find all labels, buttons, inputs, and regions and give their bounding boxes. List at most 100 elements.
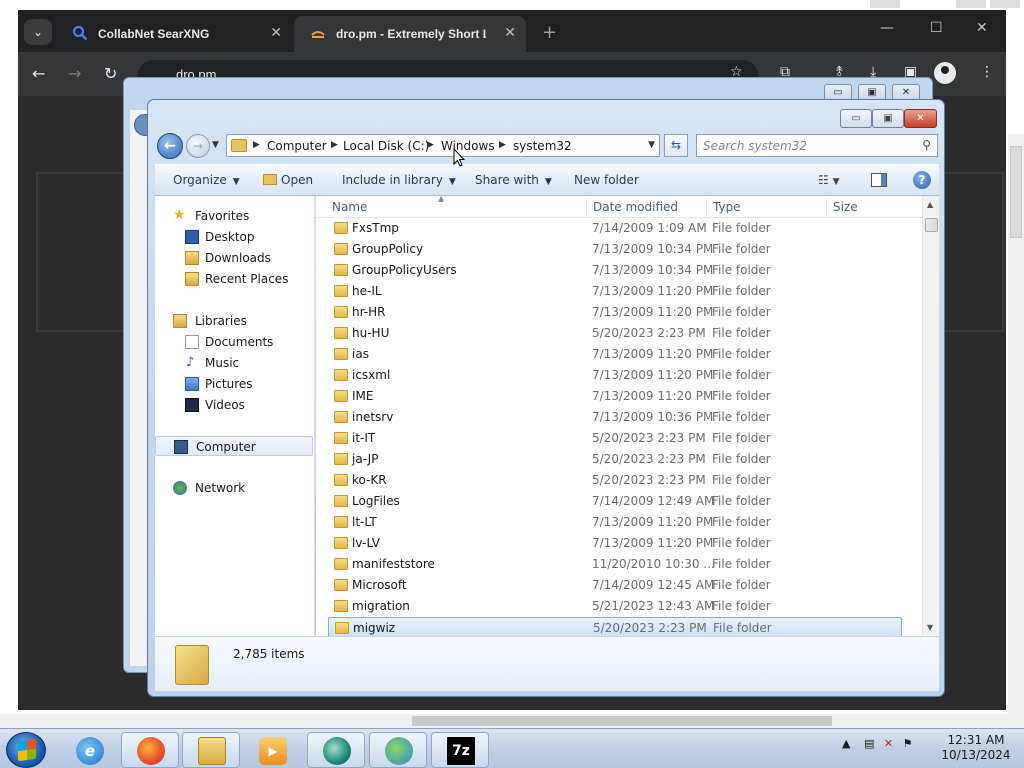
refresh-button[interactable]: ⇆ [664,134,688,157]
file-row[interactable]: manifeststore 11/20/2010 10:30 ... File fo… [328,554,902,575]
chevron-right-icon[interactable]: ▶ [253,140,260,150]
clock[interactable]: 12:31 AM 10/13/2024 [940,733,1012,763]
nav-documents[interactable]: Documents [155,332,313,352]
tab-search-dropdown-icon[interactable]: ⌄ [24,19,52,45]
open-button[interactable]: Open [263,173,313,187]
file-row[interactable]: Microsoft 7/14/2009 12:45 AM File folder [328,575,902,596]
file-row[interactable]: it-IT 5/20/2023 2:23 PM File folder [328,428,902,449]
forward-button[interactable]: → [186,134,210,158]
close-window-icon[interactable]: ✕ [976,20,988,36]
taskbar-media-player[interactable]: ▶ [243,732,301,768]
nav-libraries[interactable]: Libraries [155,311,313,331]
file-list-scrollbar[interactable]: ▲ ▼ [922,196,939,636]
show-hidden-icons-icon[interactable]: ▲ [842,737,850,750]
nav-videos[interactable]: Videos [155,395,313,415]
file-row[interactable]: migwiz 5/20/2023 2:23 PM File folder [328,617,902,636]
chevron-right-icon[interactable]: ▶ [331,140,338,150]
file-row[interactable]: GroupPolicy 7/13/2009 10:34 PM File folder [328,239,902,260]
search-icon[interactable]: ⚲ [922,138,931,152]
new-tab-button[interactable]: + [542,22,557,43]
column-divider[interactable] [706,198,707,216]
taskbar-network-app[interactable] [369,732,427,768]
volume-muted-icon[interactable]: ✕ [884,737,893,750]
file-row[interactable]: lv-LV 7/13/2009 11:20 PM File folder [328,533,902,554]
tab-searxng[interactable]: CollabNet SearXNG ✕ [56,16,292,52]
start-button[interactable] [6,732,46,768]
action-center-icon[interactable]: ▤ [864,737,874,750]
nav-favorites[interactable]: ★ Favorites [155,206,313,226]
search-input[interactable] [703,138,903,154]
file-row[interactable]: migration 5/21/2023 12:43 AM File folder [328,596,902,617]
breadcrumb-system32[interactable]: system32 [513,139,572,153]
column-date-modified[interactable]: Date modified [593,200,678,214]
scroll-up-icon[interactable]: ▲ [927,200,933,209]
taskbar-internet-explorer[interactable]: e [60,732,118,768]
file-row[interactable]: IME 7/13/2009 11:20 PM File folder [328,386,902,407]
file-row[interactable]: LogFiles 7/14/2009 12:49 AM File folder [328,491,902,512]
taskbar-file-explorer[interactable] [182,732,240,768]
nav-desktop[interactable]: Desktop [155,227,313,247]
file-name: ias [352,347,369,361]
scroll-thumb[interactable] [925,218,938,232]
help-icon[interactable]: ? [913,171,931,189]
column-divider[interactable] [826,198,827,216]
column-type[interactable]: Type [713,200,741,214]
file-row[interactable]: he-IL 7/13/2009 11:20 PM File folder [328,281,902,302]
network-flag-icon[interactable]: ⚑ [903,737,913,750]
breadcrumb-computer[interactable]: Computer [267,139,327,153]
recent-pages-dropdown-icon[interactable]: ▼ [212,140,219,150]
taskbar-app-circle[interactable] [307,732,365,768]
address-dropdown-icon[interactable]: ▼ [648,140,655,150]
profile-avatar-icon[interactable] [934,62,956,84]
minimize-button[interactable]: ▭ [840,109,872,128]
nav-pictures[interactable]: Pictures [155,374,313,394]
chevron-right-icon[interactable]: ▶ [499,140,506,150]
minimize-icon[interactable]: — [880,20,894,36]
maximize-icon[interactable]: ☐ [930,20,943,36]
column-name[interactable]: Name [332,200,367,214]
share-with-button[interactable]: Share with ▼ [475,173,552,187]
preview-pane-icon[interactable] [871,173,887,187]
vm-vertical-scroll-thumb[interactable] [1010,146,1022,238]
nav-recent-places[interactable]: Recent Places [155,269,313,289]
taskbar-firefox[interactable] [121,732,179,768]
file-row[interactable]: hr-HR 7/13/2009 11:20 PM File folder [328,302,902,323]
column-size[interactable]: Size [833,200,858,214]
file-row[interactable]: lt-LT 7/13/2009 11:20 PM File folder [328,512,902,533]
tab-dro-pm[interactable]: dro.pm - Extremely Short Links ✕ [294,16,526,52]
menu-dots-icon[interactable]: ⋮ [980,64,994,80]
organize-button[interactable]: Organize ▼ [173,173,240,187]
file-row[interactable]: inetsrv 7/13/2009 10:36 PM File folder [328,407,902,428]
change-view-icon[interactable]: ☷ ▼ [818,173,840,187]
file-row[interactable]: hu-HU 5/20/2023 2:23 PM File folder [328,323,902,344]
close-button[interactable]: ✕ [904,109,937,128]
reload-icon[interactable]: ↻ [104,64,117,83]
back-arrow-icon[interactable]: ← [32,64,45,83]
vm-horizontal-scroll-thumb[interactable] [412,716,832,726]
file-row[interactable]: ja-JP 5/20/2023 2:23 PM File folder [328,449,902,470]
close-tab-icon[interactable]: ✕ [504,24,516,41]
file-row[interactable]: GroupPolicyUsers 7/13/2009 10:34 PM File f… [328,260,902,281]
nav-network[interactable]: Network [155,478,313,498]
file-row[interactable]: FxsTmp 7/14/2009 1:09 AM File folder [328,218,902,239]
taskbar-7-zip[interactable]: 7z [431,732,489,768]
file-row[interactable]: icsxml 7/13/2009 11:20 PM File folder [328,365,902,386]
back-button[interactable]: ← [157,133,183,159]
file-row[interactable]: ias 7/13/2009 11:20 PM File folder [328,344,902,365]
close-tab-icon[interactable]: ✕ [270,24,282,41]
address-bar[interactable]: ▶ Computer ▶ Local Disk (C:) ▶ Windows ▶… [226,134,660,157]
nav-music[interactable]: ♪ Music [155,353,313,373]
chevron-right-icon[interactable]: ▶ [427,140,434,150]
nav-downloads[interactable]: Downloads [155,248,313,268]
new-folder-button[interactable]: New folder [574,173,639,187]
include-in-library-button[interactable]: Include in library ▼ [342,173,456,187]
maximize-button[interactable]: ▣ [872,109,904,128]
breadcrumb-windows[interactable]: Windows [441,139,495,153]
forward-arrow-icon[interactable]: → [68,64,81,83]
scroll-down-icon[interactable]: ▼ [927,623,933,632]
search-box[interactable]: ⚲ [696,134,938,157]
column-divider[interactable] [586,198,587,216]
nav-computer[interactable]: Computer [155,436,313,456]
breadcrumb-local-disk[interactable]: Local Disk (C:) [343,139,429,153]
file-row[interactable]: ko-KR 5/20/2023 2:23 PM File folder [328,470,902,491]
